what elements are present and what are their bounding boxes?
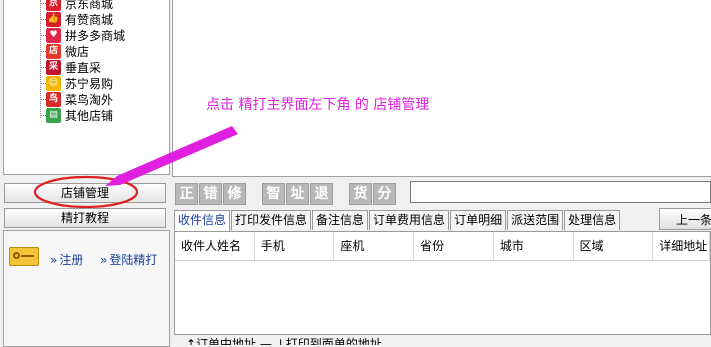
column-header[interactable]: 收件人姓名: [175, 232, 255, 260]
toolbar-input[interactable]: [410, 181, 711, 203]
column-header[interactable]: 省份: [414, 232, 494, 260]
toolbar-group-3: 货分: [349, 183, 396, 205]
previous-button[interactable]: 上一条: [659, 208, 711, 230]
chuizhicai-icon: 采: [46, 59, 61, 75]
column-header[interactable]: 区域: [574, 232, 654, 260]
pinduoduo-icon: ♥: [46, 27, 61, 43]
grid-header: 收件人姓名 手机 座机 省份 城市 区域 详细地址: [175, 232, 711, 261]
tutorial-button[interactable]: 精打教程: [4, 208, 166, 228]
tree-item[interactable]: ▤ 其他店铺: [40, 107, 113, 123]
weidian-icon: 店: [46, 43, 61, 59]
tree-item[interactable]: 鸟菜鸟淘外: [40, 91, 113, 107]
key-icon: [9, 247, 39, 266]
toolbar-button[interactable]: 址: [286, 183, 309, 205]
tree-item-label: 苏宁易购: [65, 76, 114, 91]
tab[interactable]: 备注信息: [312, 210, 369, 230]
store-tree: 京京东商城 👍 有赞商城 ♥ 拼多多商城店微店采垂直采 ☺ 苏宁易购鸟菜鸟淘外 ▤ 其他店铺: [3, 0, 170, 175]
tab[interactable]: 处理信息: [564, 210, 621, 230]
address-hint: ↑订单中地址 — ↓打印到面单的地址: [186, 337, 382, 345]
tree-item-label: 垂直采: [65, 60, 102, 75]
column-header[interactable]: 手机: [255, 232, 335, 260]
tab[interactable]: 订单费用信息: [369, 210, 450, 230]
youzan-thumb-icon: 👍: [46, 11, 61, 27]
toolbar-group-1: 正错修: [175, 183, 246, 205]
double-chevron-icon: »: [50, 253, 58, 267]
message-panel: [172, 0, 711, 177]
toolbar-button[interactable]: 错: [199, 183, 222, 205]
login-label: 登陆精打: [109, 253, 158, 267]
instruction-note: 点击 精打主界面左下角 的 店铺管理: [206, 97, 430, 113]
tab[interactable]: 收件信息: [174, 210, 231, 232]
tab[interactable]: 订单明细: [450, 210, 507, 230]
tree-item-label: 有赞商城: [65, 12, 114, 27]
tree-item[interactable]: 采垂直采: [40, 59, 101, 75]
tree-item[interactable]: 店微店: [40, 43, 89, 59]
toolbar-button[interactable]: 分: [373, 183, 396, 205]
register-link[interactable]: » 注册: [50, 251, 83, 268]
tree-item[interactable]: ♥ 拼多多商城: [40, 27, 125, 43]
tree-item-label: 菜鸟淘外: [65, 92, 114, 107]
tree-item[interactable]: 👍 有赞商城: [40, 11, 113, 27]
tree-item-label: 拼多多商城: [65, 28, 126, 43]
suning-icon: ☺: [46, 75, 61, 91]
toolbar-button[interactable]: 退: [310, 183, 333, 205]
other-store-icon: ▤: [46, 107, 61, 123]
register-label: 注册: [59, 253, 84, 267]
tree-item[interactable]: ☺ 苏宁易购: [40, 75, 113, 91]
toolbar-button[interactable]: 修: [223, 183, 246, 205]
store-manage-button[interactable]: 店铺管理: [4, 183, 166, 203]
account-panel: » 注册 » 登陆精打: [3, 230, 170, 347]
tree-item[interactable]: 京京东商城: [40, 0, 113, 11]
detail-tabs: 收件信息 打印发件信息 备注信息 订单费用信息 订单明细 派送范围 处理信息: [174, 210, 621, 232]
tab[interactable]: 打印发件信息: [231, 210, 312, 230]
toolbar-group-2: 智址退: [262, 183, 333, 205]
column-header[interactable]: 座机: [334, 232, 415, 260]
double-chevron-icon: »: [100, 253, 108, 267]
tree-item-label: 微店: [65, 44, 90, 59]
tree-item-label: 其他店铺: [65, 108, 114, 123]
jd-icon: 京: [46, 0, 61, 11]
column-header[interactable]: 详细地址: [653, 232, 711, 260]
toolbar-button[interactable]: 货: [349, 183, 372, 205]
toolbar-button[interactable]: 正: [175, 183, 198, 205]
column-header[interactable]: 城市: [494, 232, 574, 260]
tab[interactable]: 派送范围: [507, 210, 564, 230]
login-link[interactable]: » 登陆精打: [100, 251, 157, 268]
toolbar-button[interactable]: 智: [262, 183, 285, 205]
recipient-grid: 收件人姓名 手机 座机 省份 城市 区域 详细地址: [174, 231, 711, 335]
cainiao-icon: 鸟: [46, 91, 61, 107]
